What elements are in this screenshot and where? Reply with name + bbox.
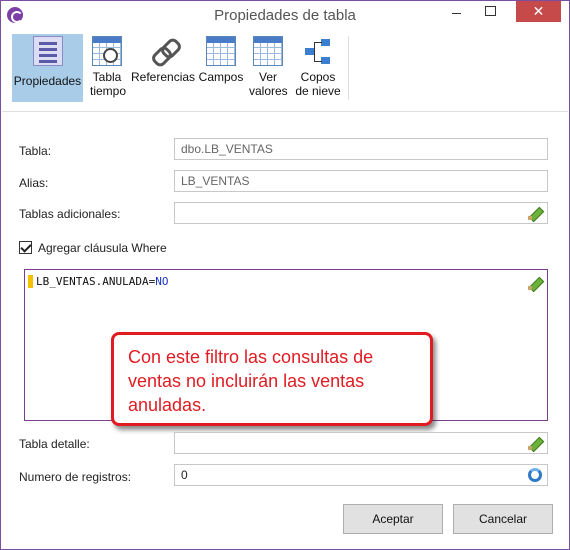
line-marker bbox=[28, 275, 33, 288]
tool-campos[interactable]: Campos bbox=[197, 34, 245, 102]
close-button[interactable]: ✕ bbox=[516, 1, 561, 22]
refresh-icon[interactable] bbox=[528, 468, 542, 482]
accept-button[interactable]: Aceptar bbox=[343, 504, 443, 534]
where-checkbox-label: Agregar cláusula Where bbox=[38, 241, 167, 255]
code-keyword: NO bbox=[155, 275, 169, 288]
tool-referencias[interactable]: Referencias bbox=[131, 34, 195, 102]
tabla-value: dbo.LB_VENTAS bbox=[181, 142, 273, 156]
time-table-icon bbox=[92, 36, 122, 66]
properties-icon bbox=[32, 36, 63, 66]
tool-copos-de-nieve[interactable]: Copos de nieve bbox=[291, 34, 345, 102]
minimize-button[interactable] bbox=[443, 1, 469, 22]
edit-pencil-icon[interactable] bbox=[528, 276, 542, 290]
tabla-label: Tabla: bbox=[19, 144, 52, 158]
toolbar: Propiedades Tabla tiempo Referencias Cam… bbox=[2, 30, 568, 112]
tool-label: Ver valores bbox=[249, 70, 288, 98]
alias-value: LB_VENTAS bbox=[181, 174, 250, 188]
view-values-icon bbox=[253, 36, 283, 66]
tool-label: Copos de nieve bbox=[295, 70, 341, 98]
tool-label: Referencias bbox=[131, 70, 196, 84]
tabla-detalle-label: Tabla detalle: bbox=[19, 437, 90, 451]
tool-label: Campos bbox=[198, 70, 244, 84]
numero-registros-field[interactable]: 0 bbox=[174, 464, 548, 486]
maximize-button[interactable] bbox=[477, 1, 503, 22]
numero-registros-value: 0 bbox=[181, 468, 188, 482]
annotation-callout: Con este filtro las consultas de ventas … bbox=[111, 332, 433, 426]
where-checkbox[interactable] bbox=[19, 241, 32, 254]
edit-pencil-icon[interactable] bbox=[528, 436, 542, 450]
tool-label: Propiedades bbox=[13, 74, 82, 88]
tablas-adicionales-field[interactable] bbox=[174, 202, 548, 224]
title-bar: Propiedades de tabla ✕ bbox=[1, 1, 569, 30]
tool-label: Tabla tiempo bbox=[90, 70, 127, 98]
tool-propiedades[interactable]: Propiedades bbox=[12, 34, 83, 102]
snowflake-icon bbox=[303, 36, 333, 66]
tabla-field[interactable]: dbo.LB_VENTAS bbox=[174, 138, 548, 160]
fields-icon bbox=[206, 36, 236, 66]
numero-registros-label: Numero de registros: bbox=[19, 470, 132, 484]
alias-label: Alias: bbox=[19, 176, 49, 190]
tool-tabla-tiempo[interactable]: Tabla tiempo bbox=[84, 34, 130, 102]
alias-field[interactable]: LB_VENTAS bbox=[174, 170, 548, 192]
table-properties-window: Propiedades de tabla ✕ Propiedades Tabla… bbox=[0, 0, 570, 550]
toolbar-separator bbox=[348, 36, 349, 100]
tablas-adicionales-label: Tablas adicionales: bbox=[19, 207, 121, 221]
references-icon bbox=[148, 36, 178, 66]
edit-pencil-icon[interactable] bbox=[528, 206, 542, 220]
cancel-button[interactable]: Cancelar bbox=[453, 504, 553, 534]
code-field: LB_VENTAS.ANULADA= bbox=[36, 275, 156, 288]
tabla-detalle-field[interactable] bbox=[174, 432, 548, 454]
where-code-line: LB_VENTAS.ANULADA=NO bbox=[36, 275, 168, 288]
tool-ver-valores[interactable]: Ver valores bbox=[247, 34, 289, 102]
